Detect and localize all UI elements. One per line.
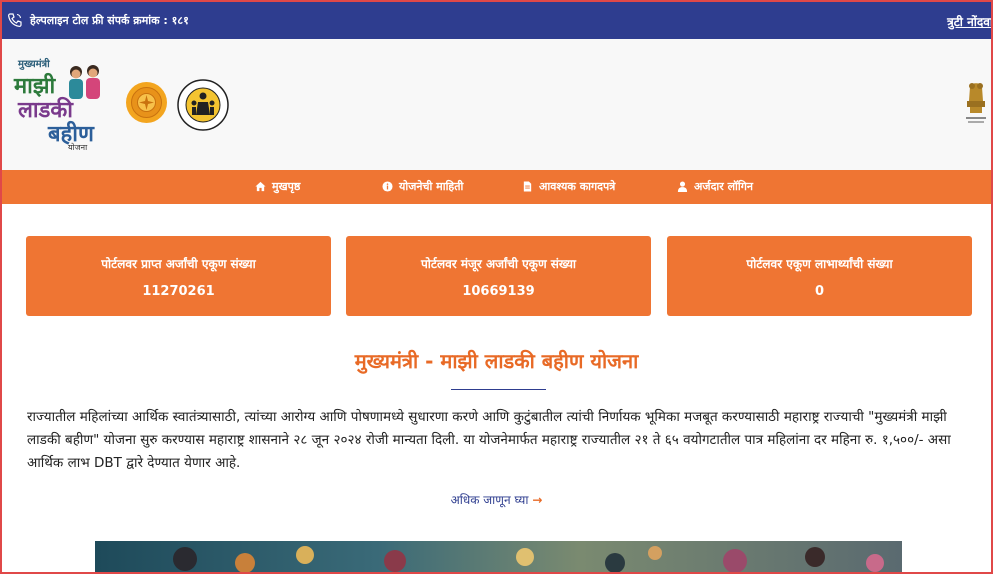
stat-card-beneficiaries: पोर्टलवर एकूण लाभार्थ्यांची संख्या 0: [667, 236, 972, 316]
helpline-text: हेल्पलाइन टोल फ्री संपर्क क्रमांक : १८१: [30, 14, 189, 27]
phone-icon: [8, 13, 22, 27]
info-icon: [382, 181, 393, 192]
site-header: मुख्यमंत्री माझी लाडकी बहीण योजना: [0, 39, 993, 170]
banner-image: [95, 541, 902, 574]
stat-label: पोर्टलवर एकूण लाभार्थ्यांची संख्या: [746, 257, 893, 271]
stat-label: पोर्टलवर मंजूर अर्जांची एकूण संख्या: [420, 257, 577, 271]
scheme-logo[interactable]: मुख्यमंत्री माझी लाडकी बहीण योजना: [14, 56, 106, 156]
document-icon: [523, 181, 532, 192]
stat-card-received: पोर्टलवर प्राप्त अर्जांची एकूण संख्या 11…: [26, 236, 331, 316]
top-bar: हेल्पलाइन टोल फ्री संपर्क क्रमांक : १८१ …: [0, 0, 993, 39]
maharashtra-seal-icon: [126, 82, 167, 123]
learn-more-link[interactable]: अधिक जाणून घ्या →: [0, 491, 993, 508]
stat-value: 11270261: [142, 284, 215, 299]
arrow-right-icon: →: [532, 493, 543, 507]
nav-item-applicant-login[interactable]: अर्जदार लॉगिन: [677, 179, 753, 194]
national-emblem-icon: [966, 83, 986, 123]
title-divider: [451, 389, 546, 390]
main-navigation: मुखपृष्ठ योजनेची माहिती आवश्यक कागदपत्रे…: [0, 170, 993, 204]
scheme-description: राज्यातील महिलांच्या आर्थिक स्वातंत्र्या…: [27, 409, 951, 471]
home-icon: [255, 181, 266, 192]
page-title: मुख्यमंत्री - माझी लाडकी बहीण योजना: [354, 349, 639, 373]
women-child-department-logo-icon: [177, 79, 229, 131]
nav-item-home[interactable]: मुखपृष्ठ: [255, 179, 300, 194]
stat-value: 10669139: [462, 284, 535, 299]
nav-item-documents[interactable]: आवश्यक कागदपत्रे: [522, 179, 615, 194]
report-error-link[interactable]: त्रुटी नोंदवा: [947, 13, 993, 30]
nav-item-scheme-info[interactable]: योजनेची माहिती: [382, 179, 463, 194]
user-icon: [677, 181, 688, 192]
stat-card-approved: पोर्टलवर मंजूर अर्जांची एकूण संख्या 1066…: [346, 236, 651, 316]
stat-value: 0: [814, 284, 825, 299]
stat-label: पोर्टलवर प्राप्त अर्जांची एकूण संख्या: [101, 257, 256, 271]
